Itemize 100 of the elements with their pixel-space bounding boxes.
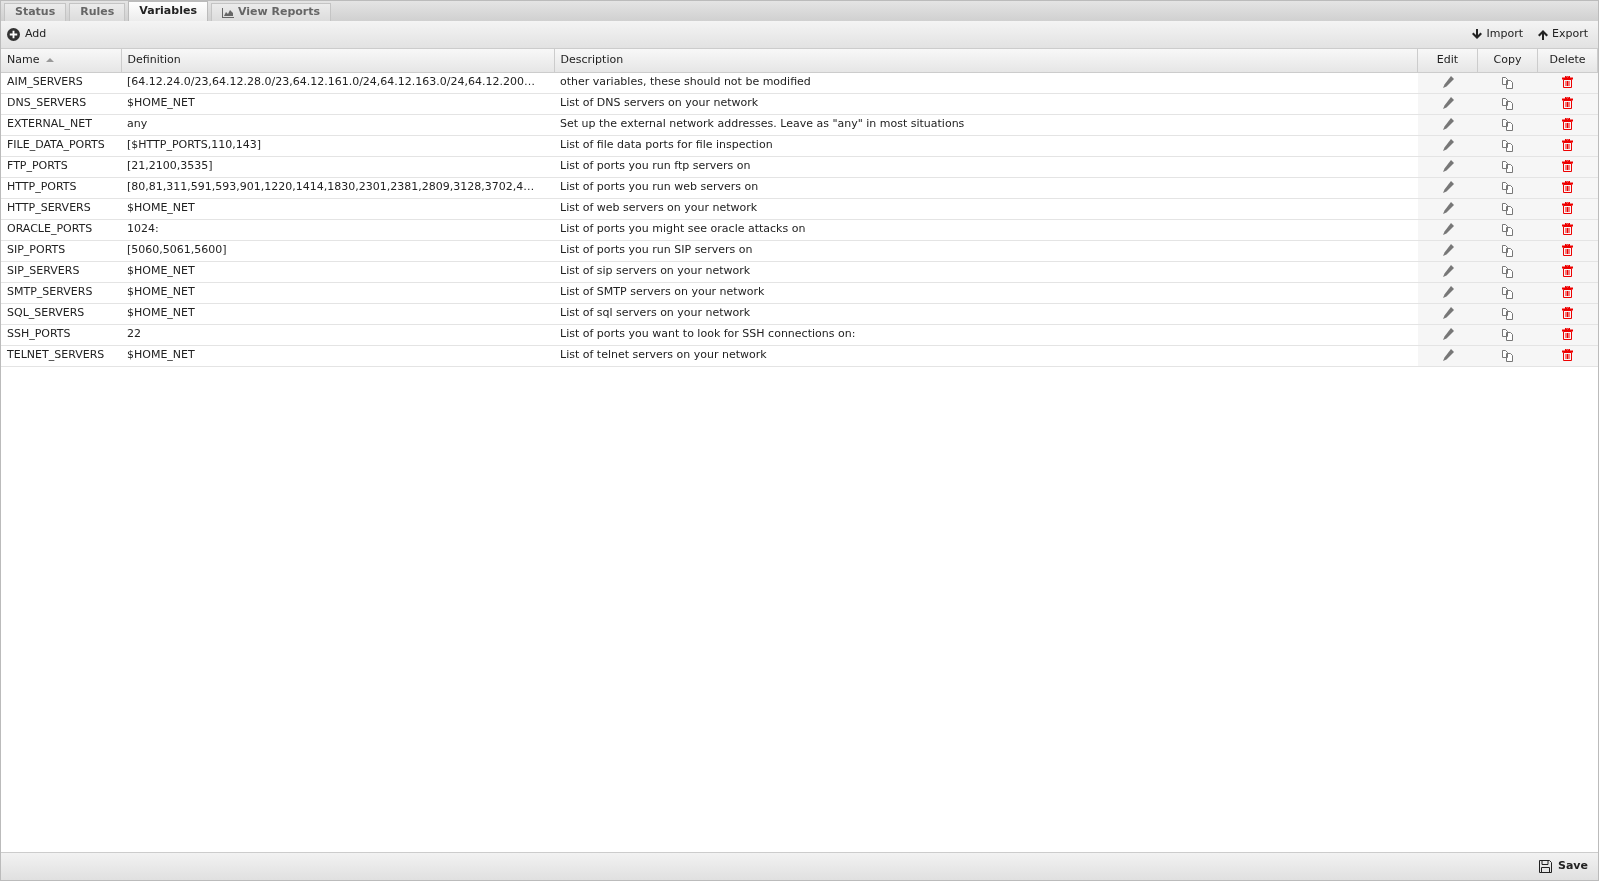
copy-icon[interactable] — [1501, 327, 1514, 341]
copy-icon[interactable] — [1501, 222, 1514, 236]
table-cell: List of DNS servers on your network — [554, 93, 1418, 114]
pencil-icon[interactable] — [1441, 118, 1454, 131]
trash-icon[interactable] — [1562, 97, 1573, 110]
copy-icon[interactable] — [1501, 264, 1514, 278]
copy-icon[interactable] — [1501, 117, 1514, 131]
table-cell: SQL_SERVERS — [1, 303, 121, 324]
table-cell: $HOME_NET — [121, 93, 554, 114]
table-cell: other variables, these should not be modified — [554, 72, 1418, 93]
trash-icon[interactable] — [1562, 118, 1573, 131]
table-cell: [64.12.24.0/23,64.12.28.0/23,64.12.161.0/24,64.12.163.0/24,64.12.200… — [121, 72, 554, 93]
trash-icon[interactable] — [1562, 160, 1573, 173]
pencil-icon[interactable] — [1441, 97, 1454, 110]
table-cell: List of file data ports for file inspection — [554, 135, 1418, 156]
trash-icon[interactable] — [1562, 307, 1573, 320]
pencil-icon[interactable] — [1441, 265, 1454, 278]
table-cell: $HOME_NET — [121, 345, 554, 366]
tab[interactable]: View Reports — [210, 3, 332, 21]
table-cell: List of ports you run ftp servers on — [554, 156, 1418, 177]
column-header[interactable]: Description — [554, 49, 1418, 72]
copy-icon[interactable] — [1501, 138, 1514, 152]
trash-icon[interactable] — [1562, 244, 1573, 257]
sort-arrow-icon — [45, 57, 54, 63]
table-cell: 1024: — [121, 219, 554, 240]
tab[interactable]: Status — [4, 3, 67, 21]
table-cell: Set up the external network addresses. Leave as "any" in most situations — [554, 114, 1418, 135]
area-chart-icon — [221, 7, 234, 18]
column-header[interactable]: Delete — [1537, 49, 1598, 72]
copy-icon[interactable] — [1501, 306, 1514, 320]
table-cell: List of sql servers on your network — [554, 303, 1418, 324]
copy-icon[interactable] — [1501, 243, 1514, 257]
arrow-up-icon — [1538, 29, 1548, 40]
table-cell: List of ports you might see oracle attacks on — [554, 219, 1418, 240]
table-cell: SSH_PORTS — [1, 324, 121, 345]
pencil-icon[interactable] — [1441, 286, 1454, 299]
trash-icon[interactable] — [1562, 202, 1573, 215]
table-cell: DNS_SERVERS — [1, 93, 121, 114]
copy-icon[interactable] — [1501, 159, 1514, 173]
pencil-icon[interactable] — [1441, 244, 1454, 257]
trash-icon[interactable] — [1562, 328, 1573, 341]
plus-circle-icon — [7, 28, 20, 41]
copy-icon[interactable] — [1501, 285, 1514, 299]
pencil-icon[interactable] — [1441, 307, 1454, 320]
table-cell: List of ports you run SIP servers on — [554, 240, 1418, 261]
table-cell: SIP_PORTS — [1, 240, 121, 261]
table-cell: List of ports you run web servers on — [554, 177, 1418, 198]
save-button[interactable]: Save — [1539, 858, 1588, 875]
tab[interactable]: Rules — [69, 3, 126, 21]
trash-icon[interactable] — [1562, 139, 1573, 152]
table-cell: any — [121, 114, 554, 135]
table-cell: List of web servers on your network — [554, 198, 1418, 219]
pencil-icon[interactable] — [1441, 181, 1454, 194]
copy-icon[interactable] — [1501, 201, 1514, 215]
copy-icon[interactable] — [1501, 75, 1514, 89]
copy-icon[interactable] — [1501, 180, 1514, 194]
table-cell: [$HTTP_PORTS,110,143] — [121, 135, 554, 156]
table-cell: [80,81,311,591,593,901,1220,1414,1830,2301,2381,2809,3128,3702,4… — [121, 177, 554, 198]
table-cell: [5060,5061,5600] — [121, 240, 554, 261]
table-cell: $HOME_NET — [121, 282, 554, 303]
import-button[interactable]: Import — [1472, 26, 1523, 43]
tab[interactable]: Variables — [128, 1, 208, 21]
table-cell: FILE_DATA_PORTS — [1, 135, 121, 156]
pencil-icon[interactable] — [1441, 328, 1454, 341]
trash-icon[interactable] — [1562, 181, 1573, 194]
table-cell: HTTP_PORTS — [1, 177, 121, 198]
table-cell: ORACLE_PORTS — [1, 219, 121, 240]
pencil-icon[interactable] — [1441, 349, 1454, 362]
pencil-icon[interactable] — [1441, 223, 1454, 236]
table-cell: [21,2100,3535] — [121, 156, 554, 177]
trash-icon[interactable] — [1562, 286, 1573, 299]
table-cell: List of SMTP servers on your network — [554, 282, 1418, 303]
column-header[interactable]: Edit — [1417, 49, 1478, 72]
table-cell: $HOME_NET — [121, 261, 554, 282]
column-header[interactable]: Definition — [121, 49, 554, 72]
table-cell: AIM_SERVERS — [1, 72, 121, 93]
trash-icon[interactable] — [1562, 265, 1573, 278]
copy-icon[interactable] — [1501, 96, 1514, 110]
pencil-icon[interactable] — [1441, 76, 1454, 89]
table-cell: TELNET_SERVERS — [1, 345, 121, 366]
pencil-icon[interactable] — [1441, 202, 1454, 215]
trash-icon[interactable] — [1562, 349, 1573, 362]
table-cell: $HOME_NET — [121, 303, 554, 324]
pencil-icon[interactable] — [1441, 139, 1454, 152]
trash-icon[interactable] — [1562, 223, 1573, 236]
copy-icon[interactable] — [1501, 348, 1514, 362]
arrow-down-icon — [1472, 29, 1483, 40]
table-cell: SMTP_SERVERS — [1, 282, 121, 303]
table-cell: List of sip servers on your network — [554, 261, 1418, 282]
add-button[interactable]: Add — [7, 26, 47, 43]
table-cell: 22 — [121, 324, 554, 345]
column-header[interactable]: Name — [1, 49, 121, 72]
table-cell: List of ports you want to look for SSH connections on: — [554, 324, 1418, 345]
export-button[interactable]: Export — [1538, 26, 1588, 43]
table-cell: $HOME_NET — [121, 198, 554, 219]
trash-icon[interactable] — [1562, 76, 1573, 89]
table-cell: HTTP_SERVERS — [1, 198, 121, 219]
column-header[interactable]: Copy — [1477, 49, 1538, 72]
table-cell: SIP_SERVERS — [1, 261, 121, 282]
pencil-icon[interactable] — [1441, 160, 1454, 173]
